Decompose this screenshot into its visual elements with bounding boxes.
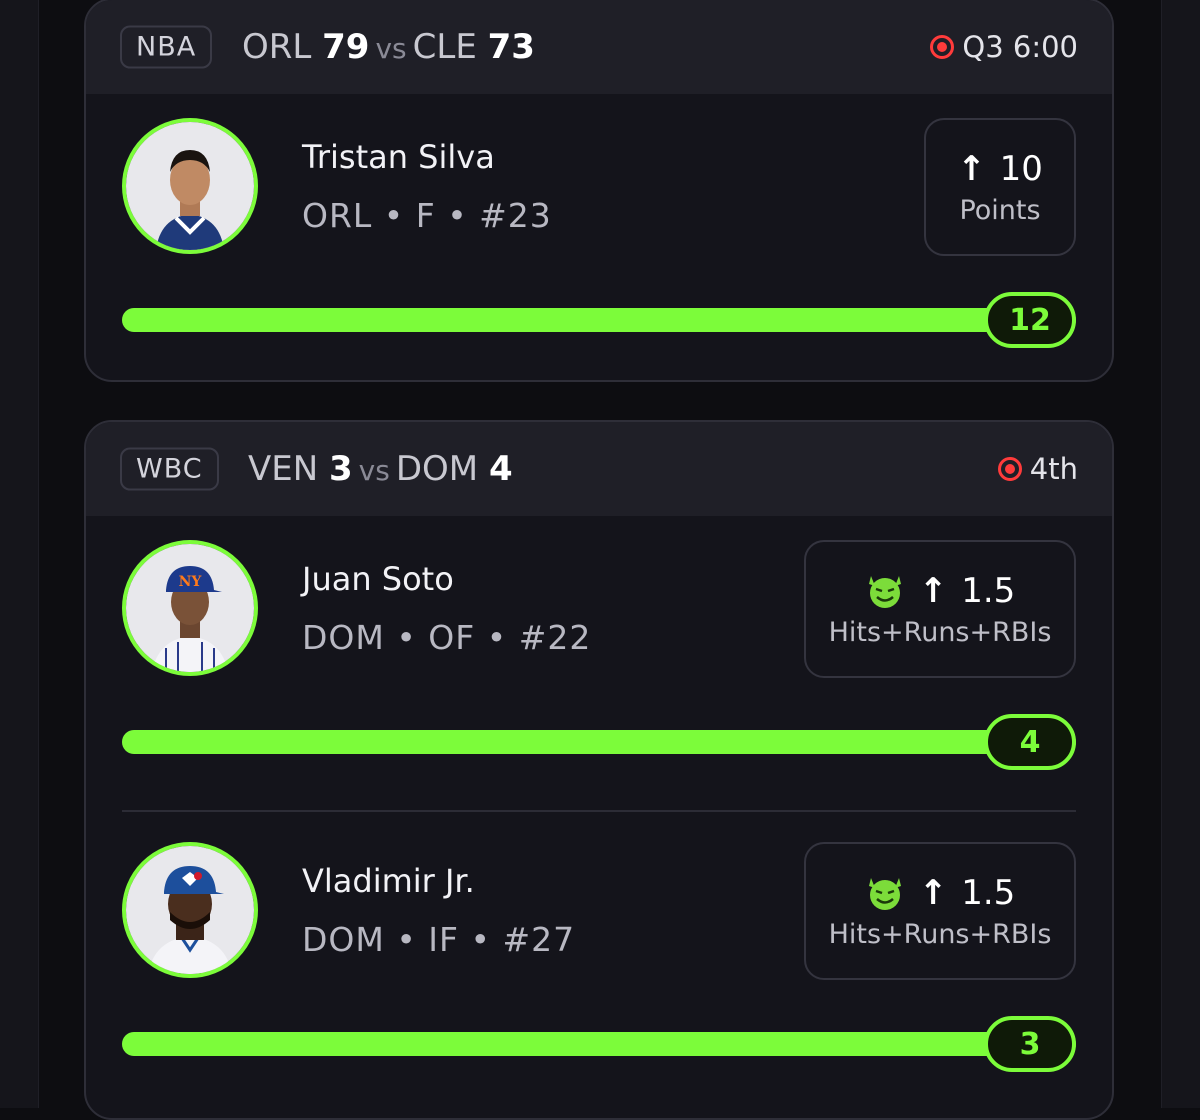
arrow-up-icon: ↑ (918, 570, 948, 611)
right-edge (1161, 0, 1200, 1108)
progress-bar: 3 (122, 1016, 1076, 1072)
player-info: DOM • IF • #27 (302, 920, 576, 959)
player-info: DOM • OF • #22 (302, 618, 592, 657)
player-info: ORL • F • #23 (302, 196, 552, 235)
vs-label: vs (375, 32, 407, 65)
live-indicator-icon (997, 457, 1022, 481)
prop-stat-label: Points (959, 194, 1041, 226)
player-row[interactable]: Vladimir Jr. DOM • IF • #27 ↑ 1.5 Hits+R… (86, 820, 1112, 1100)
prop-line-box[interactable]: ↑ 1.5 Hits+Runs+RBIs (804, 540, 1076, 678)
game-status: 4th (997, 452, 1078, 486)
progress-fill (122, 1032, 1076, 1056)
team1: VEN (248, 449, 319, 489)
vs-label: vs (358, 454, 390, 487)
current-stat-pill: 3 (984, 1016, 1076, 1072)
player-avatar: NY (122, 540, 258, 676)
player-divider (122, 810, 1076, 812)
current-stat-pill: 12 (984, 292, 1076, 348)
arrow-up-icon: ↑ (957, 148, 986, 189)
player-name: Tristan Silva (302, 138, 495, 176)
live-indicator-icon (930, 35, 955, 59)
player-row[interactable]: Tristan Silva ORL • F • #23 ↑ 10 Points … (86, 96, 1112, 376)
matchup: VEN 3 vs DOM 4 (248, 449, 513, 489)
league-badge: NBA (120, 25, 213, 69)
prop-line-box[interactable]: ↑ 10 Points (924, 118, 1076, 256)
game-header: WBC VEN 3 vs DOM 4 4th (86, 422, 1112, 516)
player-name: Vladimir Jr. (302, 862, 475, 900)
progress-bar: 4 (122, 714, 1076, 770)
matchup: ORL 79 vs CLE 73 (242, 27, 535, 67)
league-badge: WBC (120, 447, 219, 491)
team1: ORL (242, 27, 312, 67)
game-card-nba[interactable]: NBA ORL 79 vs CLE 73 Q3 6:00 Tristan Silva… (84, 0, 1114, 382)
game-card-wbc[interactable]: WBC VEN 3 vs DOM 4 4th NY Juan Soto DOM • … (84, 420, 1114, 1120)
prop-line-box[interactable]: ↑ 1.5 Hits+Runs+RBIs (804, 842, 1076, 980)
player-name: Juan Soto (302, 560, 454, 598)
game-status: Q3 6:00 (930, 30, 1078, 64)
svg-text:NY: NY (179, 574, 203, 590)
prop-line-value: 1.5 (961, 570, 1016, 611)
demon-icon (868, 877, 901, 910)
left-edge (0, 0, 39, 1108)
progress-bar: 12 (122, 292, 1076, 348)
team2-score: 4 (488, 449, 513, 489)
team2: DOM (395, 449, 479, 489)
demon-icon (868, 575, 901, 608)
progress-fill (122, 730, 1076, 754)
current-stat-pill: 4 (984, 714, 1076, 770)
team1-score: 3 (329, 449, 353, 489)
game-inning: 4th (1029, 452, 1078, 486)
progress-fill (122, 308, 1076, 332)
player-row[interactable]: NY Juan Soto DOM • OF • #22 ↑ 1.5 Hits+R… (86, 518, 1112, 798)
team2-score: 73 (487, 27, 535, 67)
player-avatar (122, 118, 258, 254)
team1-score: 79 (322, 27, 370, 67)
prop-stat-label: Hits+Runs+RBIs (828, 616, 1052, 648)
prop-line-value: 10 (999, 148, 1043, 189)
game-header: NBA ORL 79 vs CLE 73 Q3 6:00 (86, 0, 1112, 94)
arrow-up-icon: ↑ (918, 872, 948, 913)
team2: CLE (412, 27, 477, 67)
prop-stat-label: Hits+Runs+RBIs (828, 918, 1052, 950)
game-clock: Q3 6:00 (962, 30, 1078, 64)
prop-line-value: 1.5 (961, 872, 1016, 913)
player-avatar (122, 842, 258, 978)
